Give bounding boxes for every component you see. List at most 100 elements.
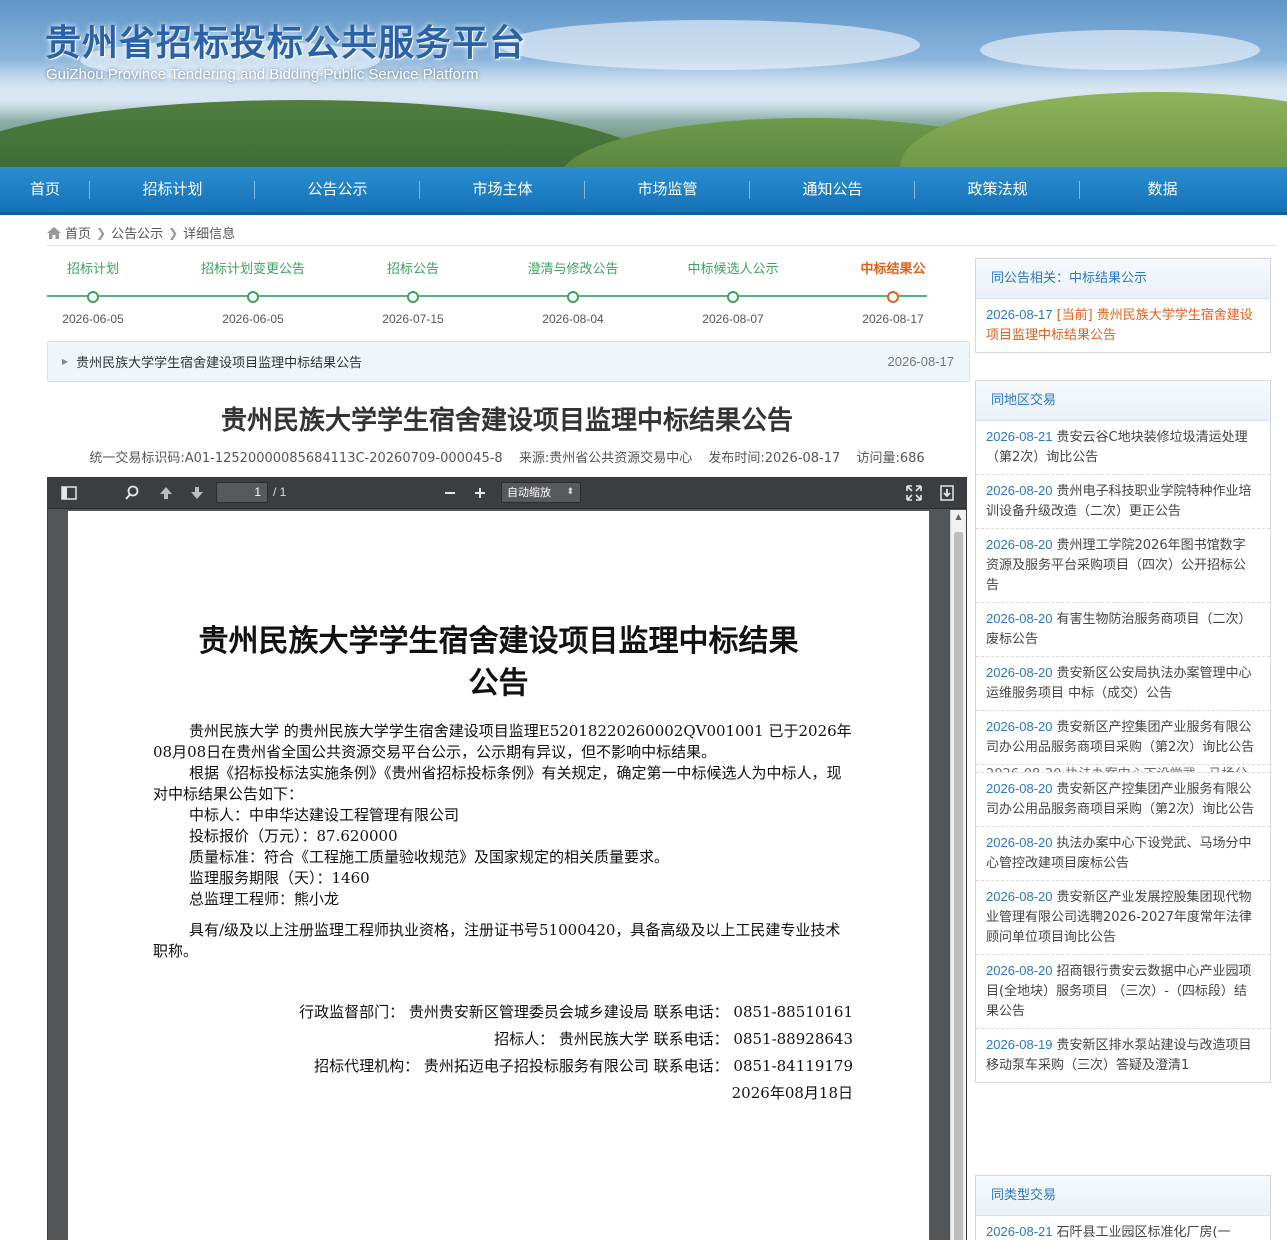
nav-item-market-entities[interactable]: 市场主体	[420, 167, 585, 212]
pdf-tenderer: 招标人： 贵州民族大学 联系电话： 0851-88928643	[494, 1030, 853, 1048]
sidebar-same-type: 同类型交易 2026-08-21 石阡县工业园区标准化厂房(一	[975, 1175, 1271, 1240]
nav-item-home[interactable]: 首页	[0, 167, 90, 212]
timeline-step-date: 2026-07-15	[382, 312, 444, 326]
list-item-date: 2026-08-20	[986, 665, 1053, 680]
scrollbar-thumb[interactable]	[954, 532, 963, 1240]
timeline-step-label: 招标公告	[386, 262, 439, 277]
breadcrumb-announcements[interactable]: 公告公示	[111, 223, 163, 242]
breadcrumb-home[interactable]: 首页	[65, 223, 91, 242]
list-item[interactable]: 2026-08-20 贵州理工学院2026年图书馆数字资源及服务平台采购项目（四次…	[976, 529, 1270, 603]
search-icon[interactable]	[123, 484, 141, 502]
list-item[interactable]: 2026-08-20 执法办案中心下设党武、马场分中心管控改建项目废标公告	[976, 827, 1270, 881]
pdf-doc-title-line: 贵州民族大学学生宿舍建设项目监理中标结果	[198, 624, 799, 659]
timeline-dot-icon	[887, 291, 899, 303]
timeline-step-label: 澄清与修改公告	[527, 262, 619, 277]
pdf-winner: 中标人：中申华达建设工程管理有限公司	[189, 806, 460, 824]
next-page-icon[interactable]	[188, 484, 206, 502]
visit-count: 访问量:686	[856, 451, 925, 466]
site-banner: 贵州省招标投标公共服务平台 GuiZhou Province Tendering…	[0, 0, 1287, 167]
timeline-step-label: 招标计划变更公告	[200, 262, 305, 277]
list-item[interactable]: 2026-08-21 贵安云谷C地块装修垃圾清运处理（第2次）询比公告	[976, 421, 1270, 475]
previous-page-icon[interactable]	[157, 484, 175, 502]
list-item[interactable]: 2026-08-20 有害生物防治服务商项目（二次）废标公告	[976, 603, 1270, 657]
list-item-clipped[interactable]: 2026-08-20 执法办案中心下设党武、马场分	[976, 765, 1270, 773]
pdf-doc-title-line: 公告	[468, 666, 529, 701]
list-item[interactable]: 2026-08-20 贵州电子科技职业学院特种作业培训设备升级改造（二次）更正公告	[976, 475, 1270, 529]
list-item-date: 2026-08-20	[986, 719, 1053, 734]
triangle-right-icon: ▶	[62, 357, 69, 366]
list-item-date: 2026-08-19	[986, 1037, 1053, 1052]
pdf-qualification: 具有/级及以上注册监理工程师执业资格，注册证书号51000420，具备高级及以上…	[153, 921, 841, 960]
sidebar-same-region: 同地区交易 2026-08-21 贵安云谷C地块装修垃圾清运处理（第2次）询比公告…	[975, 380, 1271, 1083]
sidebar-toggle-icon[interactable]	[60, 484, 78, 502]
pdf-doc-body: 贵州民族大学 的贵州民族大学学生宿舍建设项目监理E52018220260002Q…	[153, 721, 853, 962]
site-subtitle: GuiZhou Province Tendering and Bidding P…	[46, 66, 479, 83]
list-item[interactable]: 2026-08-19 贵安新区排水泵站建设与改造项目移动泵车采购（三次）答疑及澄清…	[976, 1029, 1270, 1082]
list-item[interactable]: 2026-08-21 石阡县工业园区标准化厂房(一	[976, 1216, 1270, 1240]
list-item[interactable]: 2026-08-20 贵安新区产控集团产业服务有限公司办公用品服务商项目采购（第2…	[976, 773, 1270, 827]
pdf-paragraph: 根据《招标投标法实施条例》《贵州省招标投标条例》有关规定，确定第一中标候选人为中…	[153, 764, 842, 803]
fullscreen-icon[interactable]	[905, 484, 923, 502]
timeline-step[interactable]: 招标计划变更公告 2026-06-05	[173, 258, 333, 326]
pdf-toolbar: 1 / 1 自动缩放 ⬍	[48, 478, 966, 509]
related-notice-bar[interactable]: ▶ 贵州民族大学学生宿舍建设项目监理中标结果公告 2026-08-17	[47, 341, 970, 382]
page-title: 贵州民族大学学生宿舍建设项目监理中标结果公告	[220, 406, 793, 436]
nav-item-data[interactable]: 数据	[1080, 167, 1245, 212]
timeline-step-date: 2026-06-05	[222, 312, 284, 326]
chevron-right-icon: ❯	[96, 225, 107, 240]
list-item[interactable]: 2026-08-17 [当前] 贵州民族大学学生宿舍建设项目监理中标结果公告	[976, 299, 1270, 352]
zoom-in-icon[interactable]	[471, 484, 489, 502]
timeline-dot-icon	[247, 291, 259, 303]
timeline-step-current[interactable]: 中标结果公 2026-08-17	[813, 258, 973, 326]
process-timeline: 招标计划 2026-06-05 招标计划变更公告 2026-06-05 招标公告…	[47, 258, 927, 328]
list-item-date: 2026-08-20	[986, 963, 1053, 978]
list-item[interactable]: 2026-08-20 贵安新区产业发展控股集团现代物业管理有限公司选聘2026-2…	[976, 881, 1270, 955]
nav-item-policies[interactable]: 政策法规	[915, 167, 1080, 212]
timeline-dot-icon	[727, 291, 739, 303]
pdf-service-period: 监理服务期限（天）：1460	[189, 869, 370, 887]
chevron-right-icon: ❯	[168, 225, 179, 240]
page-number-input[interactable]: 1	[216, 482, 268, 503]
nav-item-notices[interactable]: 通知公告	[750, 167, 915, 212]
list-item-date: 2026-08-20	[986, 781, 1053, 796]
nav-item-tender-plan[interactable]: 招标计划	[90, 167, 255, 212]
nav-item-market-supervision[interactable]: 市场监管	[585, 167, 750, 212]
list-item[interactable]: 2026-08-20 贵安新区产控集团产业服务有限公司办公用品服务商项目采购（第2…	[976, 711, 1270, 765]
timeline-step-date: 2026-08-07	[702, 312, 764, 326]
sidebar-same-notice: 同公告相关：中标结果公示 2026-08-17 [当前] 贵州民族大学学生宿舍建设…	[975, 258, 1271, 353]
list-item-title[interactable]: 石阡县工业园区标准化厂房(一	[1057, 1225, 1231, 1240]
list-item[interactable]: 2026-08-20 贵安新区公安局执法办案管理中心运维服务项目 中标（成交）公告	[976, 657, 1270, 711]
pdf-page: 贵州民族大学学生宿舍建设项目监理中标结果 公告 贵州民族大学 的贵州民族大学学生…	[68, 511, 929, 1240]
timeline-step[interactable]: 招标公告 2026-07-15	[333, 258, 493, 326]
trade-id: 统一交易标识码:A01-12520000085684113C-20260709-…	[89, 451, 503, 466]
download-icon[interactable]	[938, 484, 956, 502]
related-notice-title[interactable]: 贵州民族大学学生宿舍建设项目监理中标结果公告	[76, 352, 887, 371]
pdf-agency: 招标代理机构： 贵州拓迈电子招投标服务有限公司 联系电话： 0851-84119…	[314, 1057, 853, 1075]
timeline-step[interactable]: 澄清与修改公告 2026-08-04	[493, 258, 653, 326]
related-notice-date: 2026-08-17	[887, 354, 955, 369]
site-title: 贵州省招标投标公共服务平台	[45, 23, 527, 64]
breadcrumb: 首页 ❯ 公告公示 ❯ 详细信息	[47, 220, 1277, 246]
list-item[interactable]: 2026-08-20 招商银行贵安云数据中心产业园项目(全地块）服务项目 （三次）…	[976, 955, 1270, 1029]
scroll-up-icon[interactable]: ▲	[951, 512, 966, 521]
timeline-step-label: 中标候选人公示	[687, 262, 779, 277]
zoom-out-icon[interactable]	[441, 484, 459, 502]
list-item-date: 2026-08-21	[986, 1224, 1053, 1239]
timeline-step-date: 2026-08-17	[862, 312, 924, 326]
nav-item-announcements[interactable]: 公告公示	[255, 167, 420, 212]
timeline-step-label: 中标结果公	[860, 262, 926, 277]
timeline-step[interactable]: 中标候选人公示 2026-08-07	[653, 258, 813, 326]
list-item-date: 2026-08-20	[986, 483, 1053, 498]
pdf-paragraph: 贵州民族大学 的贵州民族大学学生宿舍建设项目监理E52018220260002Q…	[153, 722, 852, 761]
timeline-dot-icon	[567, 291, 579, 303]
sidebar-header: 同公告相关：中标结果公示	[976, 259, 1270, 299]
pdf-supervisor: 行政监督部门： 贵州贵安新区管理委员会城乡建设局 联系电话： 0851-8851…	[299, 1003, 853, 1021]
pdf-scrollbar[interactable]: ▲	[950, 510, 966, 1240]
pdf-bid-price: 投标报价（万元）：87.620000	[189, 827, 398, 845]
page-total: / 1	[273, 485, 287, 499]
timeline-step[interactable]: 招标计划 2026-06-05	[13, 258, 173, 326]
list-item-date: 2026-08-20	[986, 537, 1053, 552]
pdf-doc-footer: 行政监督部门： 贵州贵安新区管理委员会城乡建设局 联系电话： 0851-8851…	[153, 999, 853, 1107]
zoom-select[interactable]: 自动缩放 ⬍	[501, 482, 581, 503]
pdf-viewer: 1 / 1 自动缩放 ⬍ 贵州民族大学学生宿舍建设项目监理中标结果 公告 贵州民…	[47, 477, 967, 1240]
